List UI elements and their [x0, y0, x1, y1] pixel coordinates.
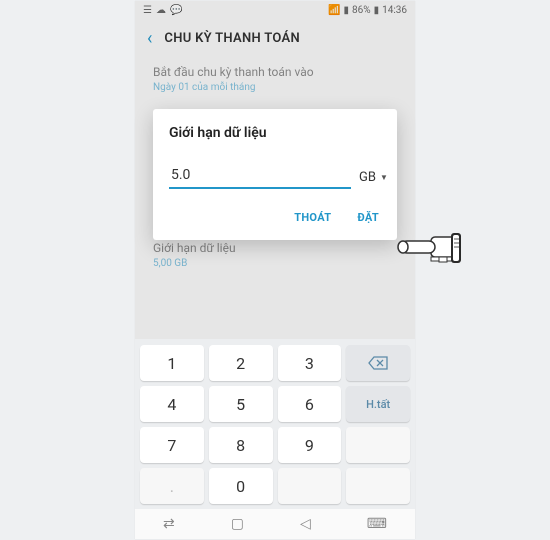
chevron-down-icon: ▼ — [380, 173, 388, 182]
key-4[interactable]: 4 — [140, 386, 204, 422]
setting-row-billing-cycle[interactable]: Bắt đầu chu kỳ thanh toán vào Ngày 01 củ… — [153, 65, 397, 93]
status-right: 📶 ▮ 86% ▮ 14:36 — [328, 5, 407, 16]
dialog-title: Giới hạn dữ liệu — [169, 125, 381, 141]
chat-icon: ☁ — [156, 5, 166, 16]
dialog-actions: THOÁT ĐẶT — [169, 205, 381, 230]
app-header: ‹ CHU KỲ THANH TOÁN — [135, 19, 415, 57]
dialog-input-row: GB ▼ — [169, 163, 381, 189]
confirm-button[interactable]: ĐẶT — [355, 205, 381, 230]
bubble-icon: 💬 — [170, 5, 182, 16]
key-dot[interactable]: . — [140, 468, 204, 504]
keyboard-toggle-button[interactable]: ⌨ — [367, 516, 387, 532]
key-backspace[interactable] — [346, 345, 410, 381]
key-0[interactable]: 0 — [209, 468, 273, 504]
key-3[interactable]: 3 — [278, 345, 342, 381]
key-blank-1 — [346, 427, 410, 463]
unit-dropdown[interactable]: GB ▼ — [359, 170, 388, 189]
key-7[interactable]: 7 — [140, 427, 204, 463]
cancel-button[interactable]: THOÁT — [292, 205, 333, 230]
clock-text: 14:36 — [382, 5, 407, 16]
signal-icon: ▮ — [343, 5, 349, 16]
unit-label: GB — [359, 170, 376, 185]
pointing-hand-icon — [391, 219, 461, 273]
row-sub: Ngày 01 của mỗi tháng — [153, 82, 397, 93]
key-6[interactable]: 6 — [278, 386, 342, 422]
recents-button[interactable]: ⇄ — [163, 516, 175, 532]
key-1[interactable]: 1 — [140, 345, 204, 381]
wifi-icon: 📶 — [328, 5, 340, 16]
key-9[interactable]: 9 — [278, 427, 342, 463]
key-done[interactable]: H.tất — [346, 386, 410, 422]
android-nav-bar: ⇄ ▢ ◁ ⌨ — [135, 509, 415, 539]
row-sub: 5,00 GB — [153, 258, 397, 269]
row-title: Giới hạn dữ liệu — [153, 241, 397, 255]
key-blank-3 — [346, 468, 410, 504]
status-left-icons: ☰ ☁ 💬 — [143, 5, 182, 16]
setting-row-data-limit[interactable]: Giới hạn dữ liệu 5,00 GB — [153, 241, 397, 269]
back-button[interactable]: ◁ — [300, 516, 311, 532]
home-button[interactable]: ▢ — [231, 516, 244, 532]
numeric-keyboard: 1 2 3 4 5 6 H.tất 7 8 9 . 0 — [135, 339, 415, 509]
battery-text: 86% — [352, 5, 371, 16]
page-title: CHU KỲ THANH TOÁN — [164, 31, 300, 46]
battery-icon: ▮ — [374, 5, 380, 16]
limit-input[interactable] — [169, 163, 351, 189]
back-icon[interactable]: ‹ — [147, 28, 152, 49]
status-bar: ☰ ☁ 💬 📶 ▮ 86% ▮ 14:36 — [135, 1, 415, 19]
notif-icon: ☰ — [143, 5, 152, 16]
key-8[interactable]: 8 — [209, 427, 273, 463]
backspace-icon — [368, 356, 388, 370]
key-blank-2 — [278, 468, 342, 504]
data-limit-dialog: Giới hạn dữ liệu GB ▼ THOÁT ĐẶT — [153, 109, 397, 240]
key-5[interactable]: 5 — [209, 386, 273, 422]
phone-screen: ☰ ☁ 💬 📶 ▮ 86% ▮ 14:36 ‹ CHU KỲ THANH TOÁ… — [135, 1, 415, 539]
key-2[interactable]: 2 — [209, 345, 273, 381]
row-title: Bắt đầu chu kỳ thanh toán vào — [153, 65, 397, 79]
